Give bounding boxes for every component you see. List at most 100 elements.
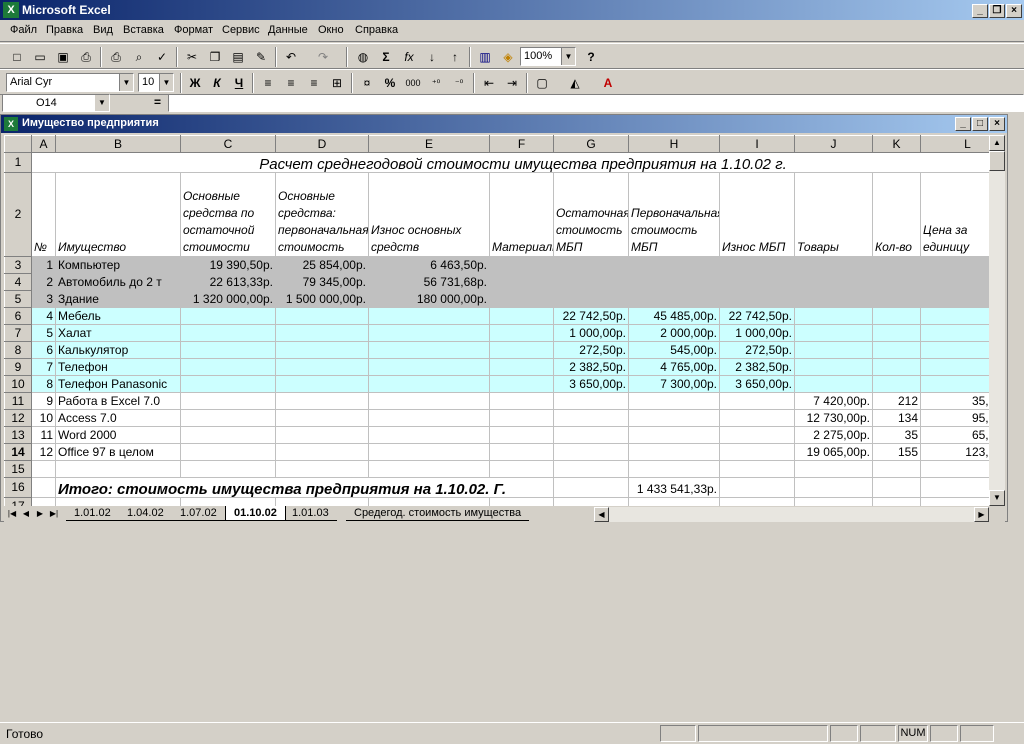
cell[interactable] [628, 409, 720, 427]
next-sheet-icon[interactable]: ▶ [34, 507, 46, 521]
wb-close-button[interactable]: × [989, 117, 1005, 131]
format-painter-icon[interactable]: ✎ [250, 47, 272, 67]
menu-format[interactable]: Формат [174, 24, 213, 36]
column-title[interactable]: Имущество [55, 172, 181, 257]
cell[interactable] [872, 307, 921, 325]
row-header[interactable]: 2 [4, 172, 32, 257]
cell[interactable] [872, 477, 921, 498]
sheet-tab[interactable]: 1.01.03 [284, 506, 337, 521]
cell[interactable] [553, 392, 629, 410]
sheet-tab[interactable]: Средегод. стоимость имущества [346, 506, 530, 521]
cell[interactable]: 12 730,00р. [794, 409, 873, 427]
thousands-button[interactable]: 000 [402, 73, 424, 93]
cell[interactable] [31, 460, 56, 478]
cell[interactable] [553, 290, 629, 308]
sheet-tab[interactable]: 1.01.02 [66, 506, 119, 521]
cell[interactable] [55, 497, 181, 506]
menu-view[interactable]: Вид [93, 24, 113, 36]
cell[interactable] [368, 426, 490, 444]
cell[interactable] [794, 341, 873, 359]
align-center-icon[interactable]: ≡ [280, 73, 302, 93]
cell[interactable] [553, 497, 629, 506]
row-header[interactable]: 9 [4, 358, 32, 376]
paste-icon[interactable]: ▤ [227, 47, 249, 67]
cell[interactable]: Office 97 в целом [55, 443, 181, 461]
menu-insert[interactable]: Вставка [123, 24, 164, 36]
column-header[interactable]: F [489, 135, 554, 153]
cell[interactable]: 7 [31, 358, 56, 376]
cell[interactable] [31, 477, 56, 498]
cell[interactable] [872, 341, 921, 359]
scroll-thumb[interactable] [989, 151, 1005, 171]
close-button[interactable]: × [1006, 4, 1022, 18]
borders-icon[interactable]: ▢ [531, 73, 553, 93]
cell[interactable] [920, 307, 989, 325]
cell[interactable] [794, 477, 873, 498]
cell[interactable] [872, 497, 921, 506]
cell[interactable] [794, 290, 873, 308]
sort-ascending-icon[interactable]: ↓ [421, 47, 443, 67]
cell[interactable] [489, 497, 554, 506]
restore-button[interactable]: ❐ [989, 4, 1005, 18]
cell[interactable]: Access 7.0 [55, 409, 181, 427]
row-header[interactable]: 3 [4, 256, 32, 274]
cell[interactable] [920, 341, 989, 359]
cell[interactable]: 6 463,50р. [368, 256, 490, 274]
column-header[interactable]: B [55, 135, 181, 153]
italic-button[interactable]: К [206, 73, 228, 93]
cell[interactable] [180, 324, 276, 342]
cell[interactable] [872, 324, 921, 342]
cell[interactable]: 10 [31, 409, 56, 427]
cell[interactable] [794, 307, 873, 325]
cell[interactable]: 35 [872, 426, 921, 444]
cell[interactable] [628, 256, 720, 274]
underline-button[interactable]: Ч [228, 73, 250, 93]
preview-icon[interactable]: ⌕ [128, 47, 150, 67]
cell[interactable] [489, 443, 554, 461]
cell[interactable] [719, 290, 795, 308]
cell[interactable] [180, 341, 276, 359]
cell[interactable] [920, 290, 989, 308]
row-header[interactable]: 8 [4, 341, 32, 359]
column-header[interactable]: E [368, 135, 490, 153]
sort-descending-icon[interactable]: ↑ [444, 47, 466, 67]
row-header[interactable]: 15 [4, 460, 32, 478]
row-header[interactable]: 13 [4, 426, 32, 444]
cell[interactable]: 3 650,00р. [719, 375, 795, 393]
cell[interactable] [275, 307, 369, 325]
cell[interactable] [275, 426, 369, 444]
scroll-left-icon[interactable]: ◀ [594, 507, 609, 522]
cell[interactable] [489, 409, 554, 427]
cell[interactable]: 19 390,50р. [180, 256, 276, 274]
cell[interactable] [920, 273, 989, 291]
cell[interactable] [794, 256, 873, 274]
cell[interactable] [719, 409, 795, 427]
row-header[interactable]: 6 [4, 307, 32, 325]
cell[interactable] [794, 460, 873, 478]
cell[interactable] [180, 497, 276, 506]
cell[interactable] [489, 460, 554, 478]
cell[interactable] [55, 460, 181, 478]
cell[interactable]: 56 731,68р. [368, 273, 490, 291]
cell[interactable] [368, 324, 490, 342]
cell[interactable]: Здание [55, 290, 181, 308]
cell[interactable]: 155 [872, 443, 921, 461]
cell[interactable]: 65,00р. [920, 426, 989, 444]
cell[interactable] [275, 497, 369, 506]
column-header[interactable]: J [794, 135, 873, 153]
cell[interactable] [794, 375, 873, 393]
cell[interactable] [489, 341, 554, 359]
formula-input[interactable] [168, 94, 1024, 112]
cell[interactable] [920, 256, 989, 274]
cell[interactable] [719, 477, 795, 498]
column-header[interactable]: L [920, 135, 989, 153]
row-header[interactable]: 5 [4, 290, 32, 308]
cell[interactable] [719, 273, 795, 291]
cell[interactable] [628, 392, 720, 410]
cell[interactable] [719, 460, 795, 478]
last-sheet-icon[interactable]: ▶| [48, 507, 60, 521]
cell[interactable] [872, 358, 921, 376]
cell[interactable] [794, 497, 873, 506]
chart-wizard-icon[interactable]: ▥ [474, 47, 496, 67]
merge-center-icon[interactable]: ⊞ [326, 73, 348, 93]
